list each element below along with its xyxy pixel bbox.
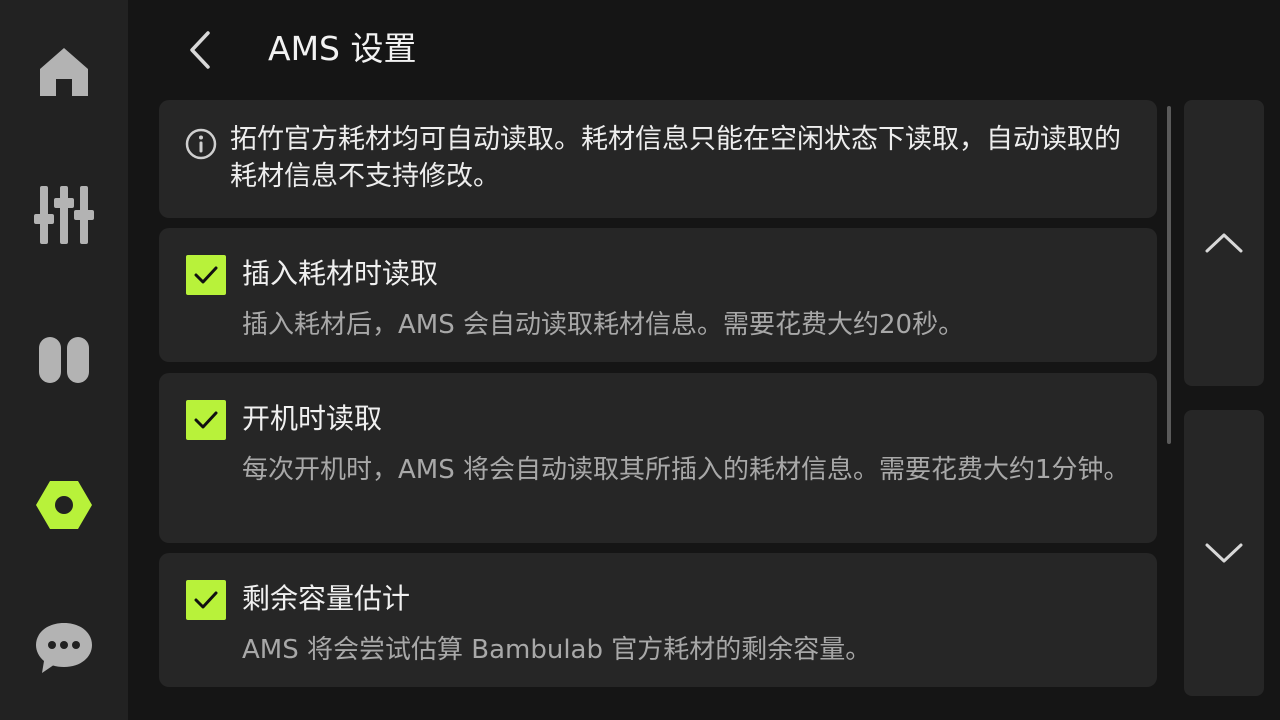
filament-icon	[39, 337, 89, 383]
option-remaining-capacity: 剩余容量估计 AMS 将会尝试估算 Bambulab 官方耗材的剩余容量。	[159, 553, 1157, 687]
checkmark-icon	[194, 411, 218, 429]
chevron-left-icon	[190, 31, 210, 69]
info-icon	[185, 128, 217, 160]
sidebar	[0, 0, 128, 720]
sidebar-item-home[interactable]	[0, 22, 128, 122]
settings-hex-icon	[36, 481, 92, 529]
sidebar-item-settings[interactable]	[0, 455, 128, 555]
read-on-insert-checkbox[interactable]	[186, 255, 226, 295]
sidebar-item-filament[interactable]	[0, 310, 128, 410]
page-title: AMS 设置	[268, 29, 417, 68]
sidebar-item-controls[interactable]	[0, 165, 128, 265]
checkmark-icon	[194, 591, 218, 609]
home-icon	[40, 48, 88, 96]
option-description: AMS 将会尝试估算 Bambulab 官方耗材的剩余容量。	[242, 635, 872, 665]
info-text: 拓竹官方耗材均可自动读取。耗材信息只能在空闲状态下读取，自动读取的耗材信息不支持…	[230, 124, 1121, 192]
remaining-capacity-checkbox[interactable]	[186, 580, 226, 620]
scroll-down-button[interactable]	[1184, 410, 1264, 696]
option-title: 插入耗材时读取	[242, 257, 439, 290]
read-on-startup-checkbox[interactable]	[186, 400, 226, 440]
scrollbar[interactable]	[1167, 106, 1171, 444]
sidebar-item-messages[interactable]	[0, 598, 128, 698]
scroll-up-button[interactable]	[1184, 100, 1264, 386]
option-title: 开机时读取	[242, 402, 383, 435]
option-read-on-insert: 插入耗材时读取 插入耗材后，AMS 会自动读取耗材信息。需要花费大约20秒。	[159, 228, 1157, 362]
option-description: 每次开机时，AMS 将会自动读取其所插入的耗材信息。需要花费大约1分钟。	[242, 455, 1130, 485]
info-card: 拓竹官方耗材均可自动读取。耗材信息只能在空闲状态下读取，自动读取的耗材信息不支持…	[159, 100, 1157, 218]
ams-settings-screen: AMS 设置 拓竹官方耗材均可自动读取。耗材信息只能在空闲状态下读取，自动读取的…	[0, 0, 1280, 720]
option-read-on-startup: 开机时读取 每次开机时，AMS 将会自动读取其所插入的耗材信息。需要花费大约1分…	[159, 373, 1157, 543]
back-button[interactable]	[176, 24, 224, 76]
chevron-up-icon	[1205, 233, 1243, 253]
option-description: 插入耗材后，AMS 会自动读取耗材信息。需要花费大约20秒。	[242, 310, 965, 340]
sliders-icon	[34, 186, 94, 244]
checkmark-icon	[194, 266, 218, 284]
option-title: 剩余容量估计	[242, 582, 411, 615]
chevron-down-icon	[1205, 543, 1243, 563]
chat-icon	[36, 623, 92, 673]
